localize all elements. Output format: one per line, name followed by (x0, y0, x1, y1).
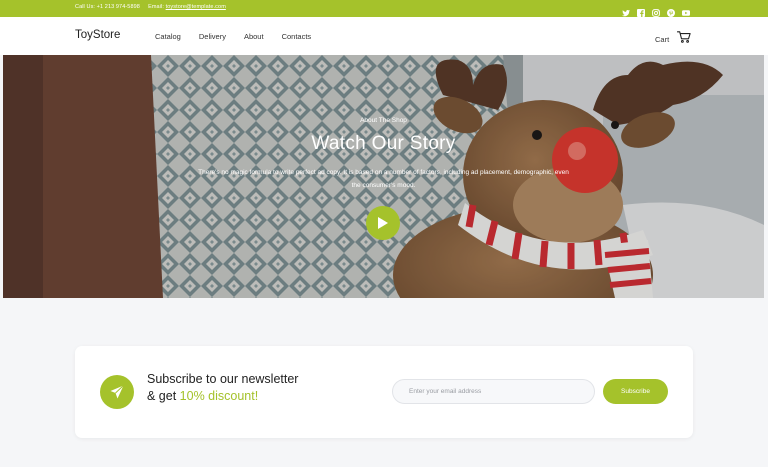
play-icon (378, 217, 388, 229)
facebook-icon[interactable] (637, 4, 645, 17)
cart-icon (677, 30, 691, 48)
subscribe-button[interactable]: Subscribe (603, 379, 668, 404)
newsletter-card: Subscribe to our newsletter & get 10% di… (75, 346, 693, 438)
cart-button[interactable]: Cart (655, 30, 691, 48)
youtube-icon[interactable] (682, 4, 690, 16)
play-video-button[interactable] (366, 206, 400, 240)
hero-description: There's no magic formula to write perfec… (198, 169, 569, 189)
hero-title: Watch Our Story (311, 133, 456, 154)
twitter-icon[interactable] (622, 4, 630, 17)
main-menu: Catalog Delivery About Contacts (155, 32, 329, 41)
site-logo[interactable]: ToyStore (75, 29, 120, 41)
email-input[interactable] (392, 379, 595, 404)
nav-item-contacts[interactable]: Contacts (282, 32, 312, 41)
instagram-icon[interactable] (652, 4, 660, 17)
hero-eyebrow: About The Shop (360, 117, 407, 124)
paper-plane-icon (100, 375, 134, 409)
nav-item-delivery[interactable]: Delivery (199, 32, 226, 41)
email-label: Email: (148, 4, 164, 10)
hero-banner: About The Shop Watch Our Story There's n… (3, 55, 764, 298)
pinterest-icon[interactable] (667, 4, 675, 17)
nav-item-catalog[interactable]: Catalog (155, 32, 181, 41)
cart-label: Cart (655, 34, 670, 44)
newsletter-headline-line1: Subscribe to our newsletter (147, 372, 299, 386)
email-link[interactable]: toystore@template.com (166, 4, 226, 10)
top-bar: Call Us: +1 213 974-5898 Email: toystore… (0, 0, 768, 17)
main-header: ToyStore Catalog Delivery About Contacts… (0, 17, 768, 55)
newsletter-headline: Subscribe to our newsletter & get 10% di… (147, 371, 298, 405)
social-links (622, 4, 690, 17)
discount-highlight: 10% discount! (179, 389, 259, 403)
phone-text: Call Us: +1 213 974-5898 (75, 4, 140, 10)
contact-info: Call Us: +1 213 974-5898 Email: toystore… (75, 4, 226, 10)
nav-item-about[interactable]: About (244, 32, 264, 41)
newsletter-headline-prefix: & get (147, 389, 180, 403)
